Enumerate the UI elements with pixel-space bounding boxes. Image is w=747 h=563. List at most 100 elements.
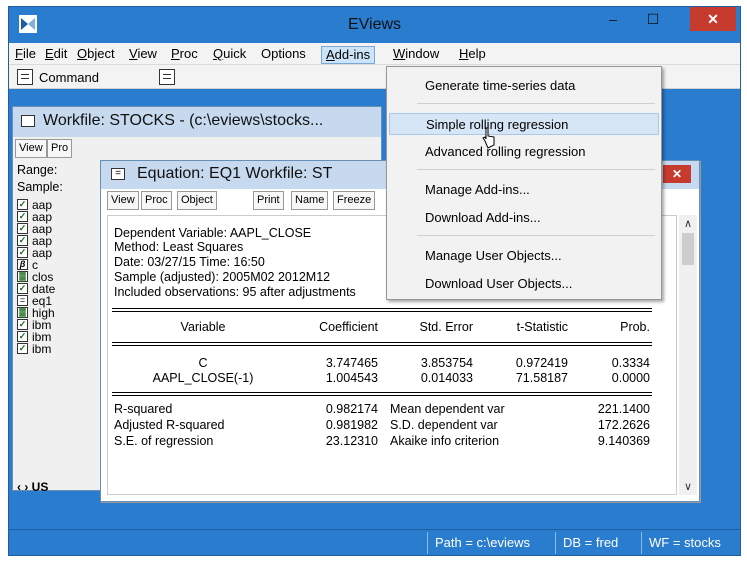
series-object-icon [17,283,28,294]
table-rule [112,342,652,343]
series-object-icon [17,199,28,210]
menu-advanced-rolling-regression[interactable]: Advanced rolling regression [389,141,659,163]
equation-title: Equation: EQ1 Workfile: ST [137,165,333,182]
object-name: ibm [32,342,52,356]
menu-download-user-objects[interactable]: Download User Objects... [389,273,659,295]
col-header-prob: Prob. [620,320,650,334]
menu-addins[interactable]: Add-ins [321,46,376,64]
date-line: Date: 03/27/15 Time: 16:50 [114,255,265,269]
stat-label: R-squared [114,402,173,416]
row-prob: 0.3334 [611,356,650,370]
stat-value: 0.981982 [325,418,378,432]
row-coefficient: 3.747465 [325,356,378,370]
workfile-range-label[interactable]: Range: [17,163,57,177]
eq-name-button[interactable]: Name [291,191,329,210]
minimize-button[interactable]: ‒ [596,7,630,31]
stat-label: Adjusted R-squared [114,418,225,432]
wf-view-button[interactable]: View [15,139,47,158]
method-line: Method: Least Squares [114,240,244,254]
mouse-pointer-icon [482,127,495,149]
equation-close-button[interactable]: ✕ [663,165,691,183]
coef-object-icon [17,259,28,270]
equation-object-icon [17,295,28,306]
menu-separator [417,235,655,236]
status-wf[interactable]: WF = stocks [649,535,721,550]
workfile-icon [21,115,35,127]
col-header-coefficient: Coefficient [319,320,378,334]
eq-view-button[interactable]: View [107,191,139,210]
status-bar: Path = c:\eviews DB = fred WF = stocks [9,529,740,555]
title-bar[interactable]: EViews ‒ ☐ ✕ [9,7,740,43]
status-db[interactable]: DB = fred [563,535,618,550]
eq-proc-button[interactable]: Proc [141,191,172,210]
col-header-variable: Variable [180,320,226,334]
table-rule [112,311,652,312]
equation-vertical-scrollbar[interactable]: ∧ ∨ [679,215,697,495]
addins-dropdown-menu: Generate time-series data Simple rolling… [386,66,662,300]
menu-separator [417,169,655,170]
series-object-icon [17,343,28,354]
sample-line: Sample (adjusted): 2005M02 2012M12 [114,270,331,284]
maximize-button[interactable]: ☐ [636,7,670,31]
menu-proc[interactable]: Proc [167,46,202,64]
scroll-up-icon[interactable]: ∧ [679,217,697,230]
workfile-title-bar[interactable]: Workfile: STOCKS - (c:\eviews\stocks... [13,107,381,137]
workfile-title: Workfile: STOCKS - (c:\eviews\stocks... [43,112,324,129]
scroll-thumb[interactable] [682,233,694,265]
eq-print-button[interactable]: Print [253,191,284,210]
workfile-sample-label[interactable]: Sample: [17,180,63,194]
menu-quick[interactable]: Quick [209,46,250,64]
app-title: EViews [347,16,402,33]
row-prob: 0.0000 [611,371,650,385]
menu-generate-time-series[interactable]: Generate time-series data [389,75,659,97]
menu-help[interactable]: Help [455,46,490,64]
eq-object-button[interactable]: Object [177,191,217,210]
menu-manage-user-objects[interactable]: Manage User Objects... [389,245,659,267]
series-object-icon [17,223,28,234]
stat-label: S.E. of regression [114,434,214,448]
menu-edit[interactable]: Edit [41,46,71,64]
row-variable: AAPL_CLOSE(-1) [152,371,254,385]
observations-line: Included observations: 95 after adjustme… [114,285,356,299]
workfile-tab-bar[interactable]: ‹ › US [17,480,48,494]
table-rule [112,345,652,346]
menu-download-addins[interactable]: Download Add-ins... [389,207,659,229]
tab-scroll-arrows[interactable]: ‹ › [17,480,32,494]
row-t-statistic: 0.972419 [515,356,568,370]
scroll-down-icon[interactable]: ∨ [679,480,697,493]
status-divider [427,532,428,554]
menu-view[interactable]: View [125,46,161,64]
menu-object[interactable]: Object [73,46,119,64]
series-object-icon [17,247,28,258]
menu-bar: File Edit Object View Proc Quick Options… [9,43,740,65]
menu-simple-rolling-regression[interactable]: Simple rolling regression [389,113,659,135]
close-button[interactable]: ✕ [690,7,736,31]
eq-freeze-button[interactable]: Freeze [333,191,376,210]
wf-proc-button[interactable]: Pro [47,139,73,158]
stat-label: Akaike info criterion [390,434,500,448]
series-object-icon [17,235,28,246]
menu-options[interactable]: Options [257,46,310,64]
workfile-object-item[interactable]: ibm [17,343,51,355]
command-button[interactable]: Command [39,70,99,85]
status-divider [641,532,642,554]
menu-file[interactable]: File [11,46,40,64]
row-coefficient: 1.004543 [325,371,378,385]
col-header-t-statistic: t-Statistic [516,320,568,334]
stat-label: S.D. dependent var [390,418,498,432]
table-rule [112,308,652,309]
table-rule [112,395,652,396]
col-header-std-error: Std. Error [419,320,474,334]
status-path[interactable]: Path = c:\eviews [435,535,530,550]
menu-manage-addins[interactable]: Manage Add-ins... [389,179,659,201]
series-object-icon [17,319,28,330]
equation-icon: = [111,168,125,180]
row-t-statistic: 71.58187 [515,371,568,385]
command-window-icon[interactable] [17,69,33,85]
stat-value: 0.982174 [325,402,378,416]
tab-us[interactable]: US [32,480,49,494]
row-variable: C [198,356,208,370]
menu-window[interactable]: Window [389,46,443,64]
capture-window-icon[interactable] [159,69,175,85]
row-std-error: 3.853754 [420,356,473,370]
